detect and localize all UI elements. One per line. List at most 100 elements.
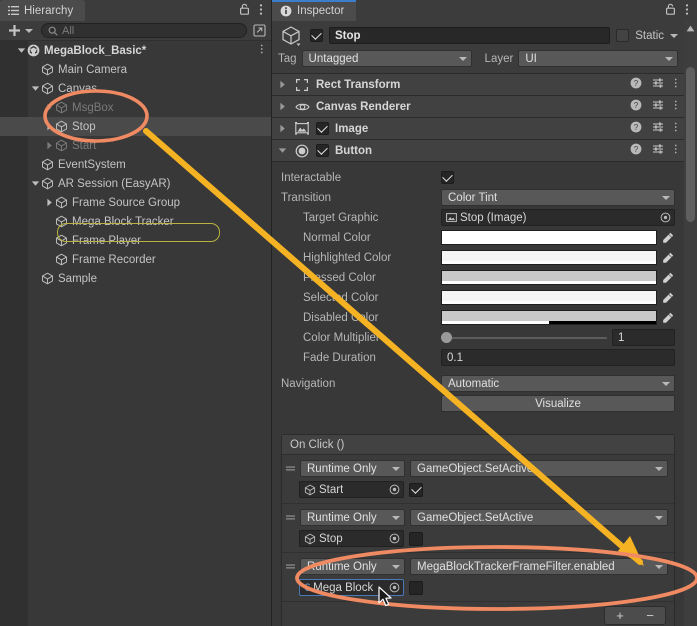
twisty-down-icon[interactable] xyxy=(16,46,27,55)
interactable-checkbox[interactable] xyxy=(441,171,454,184)
lock-icon[interactable] xyxy=(239,3,250,18)
help-icon[interactable]: ? xyxy=(630,121,642,136)
highlighted-color-swatch[interactable] xyxy=(441,250,657,265)
help-icon[interactable]: ? xyxy=(630,143,642,158)
twisty-down-icon[interactable] xyxy=(30,179,41,188)
kebab-menu-icon[interactable] xyxy=(259,3,263,19)
normal-color-swatch[interactable] xyxy=(441,230,657,245)
gameobject-active-checkbox[interactable] xyxy=(310,29,323,42)
twisty-right-icon[interactable] xyxy=(44,198,55,207)
pressed-color-swatch[interactable] xyxy=(441,270,657,285)
lock-icon[interactable] xyxy=(665,3,676,18)
event-argument-checkbox[interactable] xyxy=(409,581,423,595)
eyedropper-icon[interactable] xyxy=(660,292,675,304)
hierarchy-item-frame-player[interactable]: Frame Player xyxy=(0,231,271,250)
kebab-menu-icon[interactable] xyxy=(674,121,678,136)
kebab-menu-icon[interactable] xyxy=(685,3,689,19)
gameobject-name-input[interactable]: Stop xyxy=(329,27,610,44)
component-foldout-icon[interactable] xyxy=(277,80,288,89)
object-picker-icon[interactable] xyxy=(387,484,401,495)
component-enabled-checkbox[interactable] xyxy=(316,122,329,135)
component-foldout-icon[interactable] xyxy=(277,102,288,111)
object-picker-icon[interactable] xyxy=(658,212,672,223)
eyedropper-icon[interactable] xyxy=(660,232,675,244)
hierarchy-item-sample[interactable]: Sample xyxy=(0,269,271,288)
object-picker-icon[interactable] xyxy=(387,582,401,593)
event-mode-dropdown[interactable]: Runtime Only xyxy=(300,460,405,477)
visualize-button[interactable]: Visualize xyxy=(441,395,675,412)
event-function-dropdown[interactable]: MegaBlockTrackerFrameFilter.enabled xyxy=(410,558,668,575)
color-multiplier-slider[interactable] xyxy=(441,331,607,344)
hierarchy-item-main-camera[interactable]: Main Camera xyxy=(0,60,271,79)
scroll-up-arrow-icon[interactable] xyxy=(686,23,695,35)
eyedropper-icon[interactable] xyxy=(660,252,675,264)
hierarchy-search-input[interactable]: All xyxy=(41,23,247,38)
preset-icon[interactable] xyxy=(652,99,664,114)
fade-duration-input[interactable]: 0.1 xyxy=(441,349,675,366)
event-function-dropdown[interactable]: GameObject.SetActive xyxy=(410,509,668,526)
hierarchy-item-msgbox[interactable]: MsgBox xyxy=(0,98,271,117)
hierarchy-item-ar-session-easyar[interactable]: AR Session (EasyAR) xyxy=(0,174,271,193)
event-target-object-field[interactable]: €Mega Block xyxy=(299,579,404,596)
eyedropper-icon[interactable] xyxy=(660,272,675,284)
drag-handle-icon[interactable] xyxy=(286,513,295,522)
component-header-image[interactable]: Image? xyxy=(272,118,684,140)
hierarchy-item-start[interactable]: Start xyxy=(0,136,271,155)
component-header-button[interactable]: Button? xyxy=(272,140,684,162)
disabled-color-swatch[interactable] xyxy=(441,310,657,325)
hierarchy-item-canvas[interactable]: Canvas xyxy=(0,79,271,98)
inspector-scrollbar-thumb[interactable] xyxy=(686,67,695,222)
popout-icon[interactable] xyxy=(251,23,267,38)
eyedropper-icon[interactable] xyxy=(660,312,675,324)
add-event-button[interactable]: + xyxy=(605,607,635,624)
component-header-canvas-renderer[interactable]: Canvas Renderer? xyxy=(272,96,684,118)
slider-knob[interactable] xyxy=(441,332,452,343)
color-multiplier-input[interactable]: 1 xyxy=(612,329,675,346)
gameobject-cube-icon[interactable] xyxy=(278,23,304,49)
hierarchy-item-eventsystem[interactable]: EventSystem xyxy=(0,155,271,174)
hierarchy-item-stop[interactable]: Stop xyxy=(0,117,271,136)
kebab-menu-icon[interactable] xyxy=(674,143,678,158)
twisty-right-icon[interactable] xyxy=(44,122,55,131)
kebab-menu-icon[interactable] xyxy=(260,43,272,58)
preset-icon[interactable] xyxy=(652,121,664,136)
twisty-down-icon[interactable] xyxy=(30,84,41,93)
transition-dropdown[interactable]: Color Tint xyxy=(441,189,675,206)
event-argument-checkbox[interactable] xyxy=(409,483,423,497)
tab-hierarchy[interactable]: Hierarchy xyxy=(0,0,85,21)
navigation-dropdown[interactable]: Automatic xyxy=(441,375,675,392)
component-header-rect-transform[interactable]: Rect Transform? xyxy=(272,74,684,96)
component-foldout-icon[interactable] xyxy=(277,124,288,133)
static-checkbox[interactable] xyxy=(616,29,629,42)
drag-handle-icon[interactable] xyxy=(286,562,295,571)
hierarchy-item-mega-block-tracker[interactable]: Mega Block Tracker xyxy=(0,212,271,231)
tag-dropdown[interactable]: Untagged xyxy=(302,50,472,67)
twisty-right-icon[interactable] xyxy=(44,103,55,112)
remove-event-button[interactable]: − xyxy=(635,607,665,624)
target-graphic-object-field[interactable]: Stop (Image) xyxy=(441,209,675,226)
hierarchy-item-frame-source-group[interactable]: Frame Source Group xyxy=(0,193,271,212)
twisty-right-icon[interactable] xyxy=(44,141,55,150)
event-target-object-field[interactable]: Start xyxy=(299,481,404,498)
component-enabled-checkbox[interactable] xyxy=(316,144,329,157)
component-foldout-icon[interactable] xyxy=(277,146,288,155)
hierarchy-item-frame-recorder[interactable]: Frame Recorder xyxy=(0,250,271,269)
help-icon[interactable]: ? xyxy=(630,77,642,92)
kebab-menu-icon[interactable] xyxy=(674,77,678,92)
event-argument-checkbox[interactable] xyxy=(409,532,423,546)
event-target-object-field[interactable]: Stop xyxy=(299,530,404,547)
layer-dropdown[interactable]: UI xyxy=(518,50,678,67)
drag-handle-icon[interactable] xyxy=(286,464,295,473)
event-mode-dropdown[interactable]: Runtime Only xyxy=(300,558,405,575)
preset-icon[interactable] xyxy=(652,77,664,92)
inspector-scrollbar[interactable] xyxy=(684,21,697,626)
selected-color-swatch[interactable] xyxy=(441,290,657,305)
event-function-dropdown[interactable]: GameObject.SetActive xyxy=(410,460,668,477)
tab-inspector[interactable]: Inspector xyxy=(272,0,356,21)
event-mode-dropdown[interactable]: Runtime Only xyxy=(300,509,405,526)
help-icon[interactable]: ? xyxy=(630,99,642,114)
add-gameobject-button[interactable] xyxy=(4,24,37,37)
object-picker-icon[interactable] xyxy=(387,533,401,544)
preset-icon[interactable] xyxy=(652,143,664,158)
hierarchy-item-megablock-basic[interactable]: MegaBlock_Basic* xyxy=(0,41,271,60)
